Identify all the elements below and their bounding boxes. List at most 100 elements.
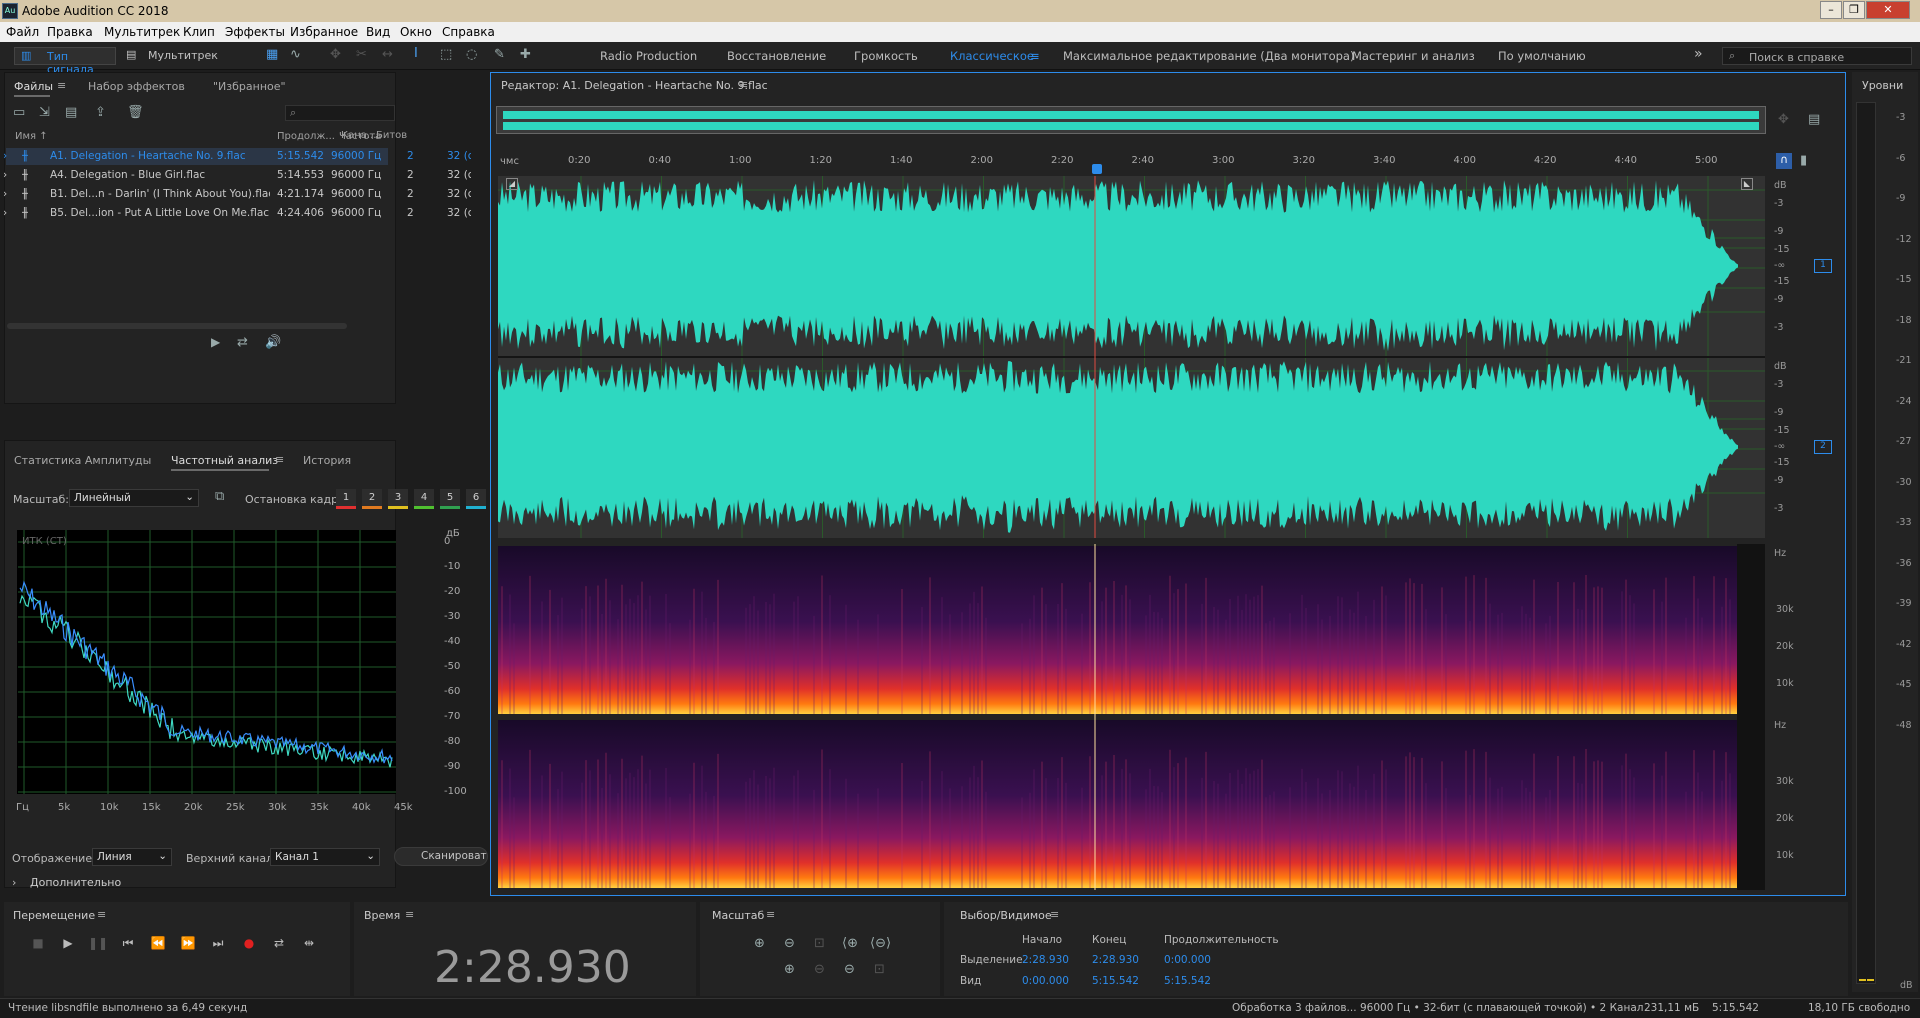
advanced-chevron-icon[interactable]: › xyxy=(12,876,16,889)
tab-history[interactable]: История xyxy=(303,454,351,467)
files-search-input[interactable]: ⌕ xyxy=(285,105,395,121)
editor-settings-icon[interactable]: ▤ xyxy=(1808,112,1820,127)
status-processing[interactable]: Обработка 3 файлов... xyxy=(1232,1002,1357,1014)
tab-amplitude-stats[interactable]: Статистика Амплитуды xyxy=(14,454,151,467)
preview-play-icon[interactable]: ▶ xyxy=(211,335,220,349)
channel-1-badge[interactable]: 1 xyxy=(1814,259,1832,273)
selection-menu-icon[interactable]: ≡ xyxy=(1050,908,1059,921)
waveform-display[interactable] xyxy=(498,176,1765,538)
snapshot-icon[interactable]: ⧉ xyxy=(215,489,224,504)
time-menu-icon[interactable]: ≡ xyxy=(405,908,414,921)
workspace-max-editing[interactable]: Максимальное редактирование (Два монитор… xyxy=(1063,49,1354,63)
pause-icon[interactable]: ❚❚ xyxy=(87,936,109,954)
preview-autoplay-icon[interactable]: 🔊 xyxy=(265,335,281,350)
marquee-tool-icon[interactable]: ⬚ xyxy=(440,47,452,62)
current-time-display[interactable]: 2:28.930 xyxy=(434,942,631,993)
menu-file[interactable]: Файл xyxy=(6,25,39,39)
workspace-loudness[interactable]: Громкость xyxy=(854,49,918,63)
waveform-view-icon[interactable]: ▦ xyxy=(266,47,278,62)
freeze-frame-6[interactable]: 6 xyxy=(466,489,486,509)
preview-loop-icon[interactable]: ⇄ xyxy=(237,335,248,350)
file-row[interactable]: › ╫ B1. Del...n - Darlin' (I Think About Y… xyxy=(3,186,471,203)
column-channels[interactable]: Кана... xyxy=(341,130,376,141)
editor-menu-icon[interactable]: ≡ xyxy=(739,78,748,91)
selection-end[interactable]: 2:28.930 xyxy=(1092,954,1139,966)
help-search-field[interactable]: ⌕ Поиск в справке xyxy=(1722,47,1912,65)
tab-files[interactable]: Файлы xyxy=(14,80,53,93)
files-scrollbar[interactable] xyxy=(7,323,347,329)
workspace-default[interactable]: По умолчанию xyxy=(1498,49,1586,63)
tab-frequency-analysis[interactable]: Частотный анализ xyxy=(171,454,278,467)
razor-tool-icon[interactable]: ✂ xyxy=(356,47,367,62)
stop-icon[interactable]: ■ xyxy=(27,936,49,954)
advanced-section[interactable]: Дополнительно xyxy=(30,876,121,889)
maximize-button[interactable]: ❐ xyxy=(1843,1,1865,19)
rewind-icon[interactable]: ⏪ xyxy=(147,936,169,954)
menu-window[interactable]: Окно xyxy=(400,25,432,39)
transport-menu-icon[interactable]: ≡ xyxy=(97,908,106,921)
menu-edit[interactable]: Правка xyxy=(47,25,93,39)
new-file-icon[interactable]: ▤ xyxy=(65,105,77,120)
zoom-menu-icon[interactable]: ≡ xyxy=(766,908,775,921)
selection-start[interactable]: 2:28.930 xyxy=(1022,954,1069,966)
time-ruler[interactable]: чмс xyxy=(496,152,1764,172)
zoom-selection-icon[interactable]: ⊡ xyxy=(814,936,825,951)
snap-icon[interactable]: ∩ xyxy=(1776,153,1792,169)
column-duration[interactable]: Продолж... xyxy=(277,131,335,142)
zoom-out-full-icon[interactable]: ⟨⊖⟩ xyxy=(870,936,891,951)
selection-duration[interactable]: 0:00.000 xyxy=(1164,954,1211,966)
freeze-frame-2[interactable]: 2 xyxy=(362,489,382,509)
brush-tool-icon[interactable]: ✎ xyxy=(494,47,505,62)
close-button[interactable]: ✕ xyxy=(1866,1,1910,19)
spectral-view-icon[interactable]: ∿ xyxy=(290,47,301,62)
zoom-lock-icon[interactable]: ✥ xyxy=(1778,112,1789,127)
skip-icon[interactable]: ⇹ xyxy=(298,936,320,954)
view-end[interactable]: 5:15.542 xyxy=(1092,975,1139,987)
files-panel-menu-icon[interactable]: ≡ xyxy=(57,79,66,92)
workspace-classic[interactable]: Классическое xyxy=(950,49,1034,63)
zoom-reset-icon[interactable]: ⊡ xyxy=(874,962,885,977)
workspace-radio-production[interactable]: Radio Production xyxy=(600,49,697,63)
menu-clip[interactable]: Клип xyxy=(183,25,215,39)
delete-icon[interactable]: 🗑 xyxy=(127,105,144,120)
scale-select[interactable]: Линейный ⌄ xyxy=(69,489,199,507)
file-row[interactable]: › ╫ A4. Delegation - Blue Girl.flac 5:14.55… xyxy=(3,167,471,184)
playhead-handle[interactable] xyxy=(1092,164,1102,174)
record-icon[interactable]: ● xyxy=(238,936,260,954)
slip-tool-icon[interactable]: ↔ xyxy=(382,47,393,62)
zoom-in-playhead-icon[interactable]: ⊕ xyxy=(784,962,795,977)
spectral-display[interactable] xyxy=(498,544,1765,890)
menu-view[interactable]: Вид xyxy=(366,25,390,39)
open-file-icon[interactable]: ▭ xyxy=(13,105,25,120)
marker-icon[interactable]: ▮ xyxy=(1800,153,1807,168)
go-end-icon[interactable]: ⏭ xyxy=(207,936,229,954)
minimize-button[interactable]: – xyxy=(1820,1,1842,19)
column-bits[interactable]: Битов xyxy=(376,130,407,141)
freeze-frame-3[interactable]: 3 xyxy=(388,489,408,509)
column-name[interactable]: Имя ↑ xyxy=(15,131,48,142)
workspace-mastering[interactable]: Мастеринг и анализ xyxy=(1352,49,1475,63)
workspace-restore[interactable]: Восстановление xyxy=(727,49,826,63)
move-tool-icon[interactable]: ✥ xyxy=(330,47,341,62)
fast-forward-icon[interactable]: ⏩ xyxy=(177,936,199,954)
loop-icon[interactable]: ⇄ xyxy=(268,936,290,954)
tab-effects-rack[interactable]: Набор эффектов xyxy=(88,80,185,93)
display-select[interactable]: Линия ⌄ xyxy=(92,848,172,866)
zoom-out-playhead-icon[interactable]: ⊖ xyxy=(814,962,825,977)
view-duration[interactable]: 5:15.542 xyxy=(1164,975,1211,987)
multitrack-mode-button[interactable]: ▤ Мультитрек xyxy=(124,47,224,65)
go-start-icon[interactable]: ⏮ xyxy=(117,936,139,954)
view-start[interactable]: 0:00.000 xyxy=(1022,975,1069,987)
freeze-frame-5[interactable]: 5 xyxy=(440,489,460,509)
file-row[interactable]: › ╫ A1. Delegation - Heartache No. 9.flac 5… xyxy=(3,148,471,165)
insert-icon[interactable]: ⇪ xyxy=(95,105,106,120)
freeze-frame-4[interactable]: 4 xyxy=(414,489,434,509)
menu-help[interactable]: Справка xyxy=(442,25,495,39)
menu-favorites[interactable]: Избранное xyxy=(290,25,358,39)
fade-out-handle-icon[interactable]: ◣ xyxy=(1741,178,1753,190)
time-selection-tool-icon[interactable]: I xyxy=(414,46,418,61)
overview-navigator[interactable] xyxy=(496,106,1766,134)
zoom-out-amplitude-icon[interactable]: ⊖ xyxy=(784,936,795,951)
file-row[interactable]: › ╫ B5. Del...ion - Put A Little Love On M… xyxy=(3,205,471,222)
freeze-frame-1[interactable]: 1 xyxy=(336,489,356,509)
